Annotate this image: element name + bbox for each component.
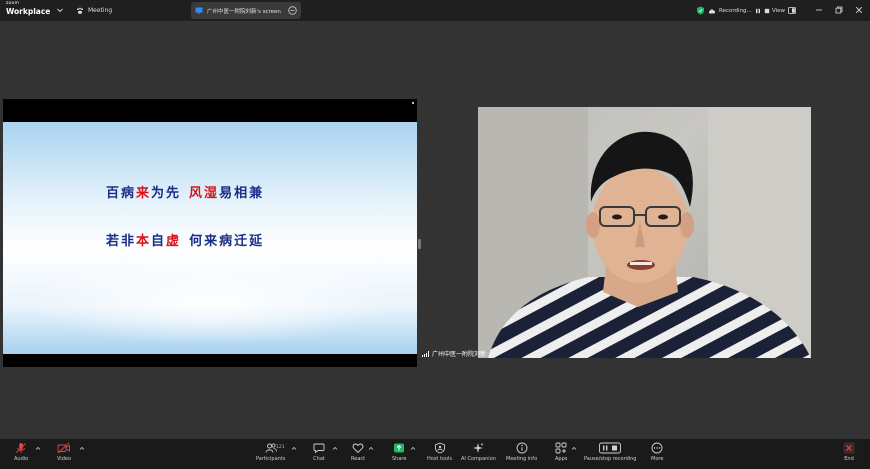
- participants-count-badge: 121: [276, 445, 285, 450]
- apps-options-caret-icon[interactable]: [571, 446, 577, 451]
- minus-circle-icon[interactable]: [288, 6, 297, 15]
- signal-strength-icon: [422, 350, 429, 357]
- participant-video-tile[interactable]: [478, 107, 811, 358]
- pause-stop-recording-icon: [599, 442, 622, 454]
- share-panel-handle[interactable]: [412, 102, 414, 104]
- audio-button[interactable]: Audio: [14, 442, 28, 468]
- pause-stop-recording-label: Pause/stop recording: [584, 456, 637, 462]
- sparkle-icon: [473, 442, 485, 453]
- audio-options-caret-icon[interactable]: [35, 446, 41, 451]
- close-button[interactable]: [852, 3, 866, 17]
- slide-text: 何来病迁延: [189, 234, 265, 249]
- apps-label: Apps: [555, 456, 568, 462]
- recording-indicator[interactable]: Recording...: [696, 3, 770, 18]
- screen-share-tab[interactable]: 广州中医一附院刘新's screen: [191, 2, 301, 19]
- meeting-toolbar: Audio Video Participants 121 Chat React …: [0, 439, 870, 469]
- more-button[interactable]: More: [651, 442, 663, 468]
- share-label: Share: [392, 456, 407, 462]
- screen-share-icon: [195, 7, 203, 14]
- video-button[interactable]: Video: [57, 442, 71, 468]
- panel-resize-handle[interactable]: [418, 239, 421, 249]
- share-button[interactable]: Share: [392, 442, 406, 468]
- paw-icon: [77, 7, 83, 14]
- slide-line-2: 若非本自虚 何来病迁延: [106, 230, 264, 249]
- view-layout-icon: [788, 7, 796, 14]
- pause-icon[interactable]: [755, 8, 761, 14]
- slide-text: 为先: [151, 186, 182, 201]
- logo-small-text: zoom: [6, 1, 20, 6]
- minimize-button[interactable]: [812, 3, 826, 17]
- meeting-info-label: Meeting info: [506, 456, 538, 462]
- apps-button[interactable]: Apps: [555, 442, 567, 468]
- logo-big-text: Workplace: [6, 6, 51, 16]
- end-label: End: [844, 456, 854, 462]
- close-icon: [855, 6, 863, 14]
- audio-label: Audio: [14, 456, 29, 462]
- restore-icon: [835, 6, 843, 14]
- slide-line-1: 百病来为先 风湿易相兼: [106, 182, 264, 201]
- chat-label: Chat: [313, 456, 325, 462]
- react-options-caret-icon[interactable]: [368, 446, 374, 451]
- react-button[interactable]: React: [351, 442, 365, 468]
- presentation-slide: 百病来为先 风湿易相兼 若非本自虚 何来病迁延: [3, 122, 417, 354]
- shared-screen-panel[interactable]: 百病来为先 风湿易相兼 若非本自虚 何来病迁延: [3, 99, 417, 367]
- chat-bubble-icon: [313, 443, 325, 454]
- ai-companion-label: AI Companion: [461, 456, 496, 462]
- participant-video-image: [478, 107, 811, 358]
- more-label: More: [651, 456, 664, 462]
- meeting-stage: 百病来为先 风湿易相兼 若非本自虚 何来病迁延 广州中医一附院刘新: [0, 21, 870, 439]
- recording-label: Recording...: [719, 7, 752, 14]
- info-icon: [516, 442, 528, 454]
- cloud-icon: [708, 8, 716, 13]
- participants-label: Participants: [256, 456, 286, 462]
- minimize-icon: [816, 9, 822, 11]
- slide-text-highlight: 本: [136, 234, 152, 249]
- host-tools-button[interactable]: Host tools: [427, 442, 452, 468]
- maximize-button[interactable]: [832, 3, 846, 17]
- participant-name-label: 广州中医一附院刘新: [422, 349, 486, 358]
- participants-options-caret-icon[interactable]: [291, 446, 297, 451]
- slide-text: 自: [151, 234, 167, 249]
- participants-icon: [265, 443, 277, 453]
- apps-icon: [555, 442, 567, 454]
- chat-options-caret-icon[interactable]: [332, 446, 338, 451]
- slide-text: 百病: [106, 186, 137, 201]
- slide-text-highlight: 虚: [166, 234, 182, 249]
- heart-icon: [352, 443, 364, 454]
- pause-stop-recording-button[interactable]: Pause/stop recording: [584, 442, 636, 468]
- video-camera-off-icon: [57, 442, 70, 454]
- title-bar: zoom Workplace Meeting 广州中医一附院刘新's scree…: [0, 0, 870, 21]
- view-label: View: [772, 7, 786, 14]
- meeting-info-button[interactable]: Meeting info: [506, 442, 537, 468]
- react-label: React: [351, 456, 366, 462]
- chat-button[interactable]: Chat: [313, 442, 325, 468]
- shield-check-icon: [697, 6, 704, 15]
- host-tools-label: Host tools: [427, 456, 453, 462]
- slide-text: 易相兼: [219, 186, 265, 201]
- ai-companion-button[interactable]: AI Companion: [461, 442, 496, 468]
- share-options-caret-icon[interactable]: [410, 446, 416, 451]
- chevron-down-icon[interactable]: [56, 6, 64, 14]
- stop-icon[interactable]: [764, 8, 770, 14]
- slide-text-highlight: 风湿: [189, 186, 220, 201]
- meeting-button[interactable]: Meeting: [76, 3, 112, 18]
- more-options-icon: [651, 442, 663, 454]
- view-button[interactable]: View: [772, 3, 796, 18]
- meeting-label: Meeting: [88, 7, 113, 14]
- slide-text: 若非: [106, 234, 137, 249]
- share-screen-icon: [394, 443, 405, 453]
- end-meeting-button[interactable]: End: [843, 442, 855, 468]
- microphone-muted-icon: [16, 443, 26, 453]
- screen-share-tab-label: 广州中医一附院刘新's screen: [207, 8, 281, 15]
- zoom-workplace-logo: zoom Workplace: [6, 1, 51, 16]
- video-options-caret-icon[interactable]: [79, 446, 85, 451]
- participant-name: 广州中医一附院刘新: [432, 351, 487, 358]
- end-call-icon: [843, 442, 855, 454]
- video-label: Video: [57, 456, 72, 462]
- shield-icon: [434, 442, 445, 454]
- slide-text-highlight: 来: [136, 186, 152, 201]
